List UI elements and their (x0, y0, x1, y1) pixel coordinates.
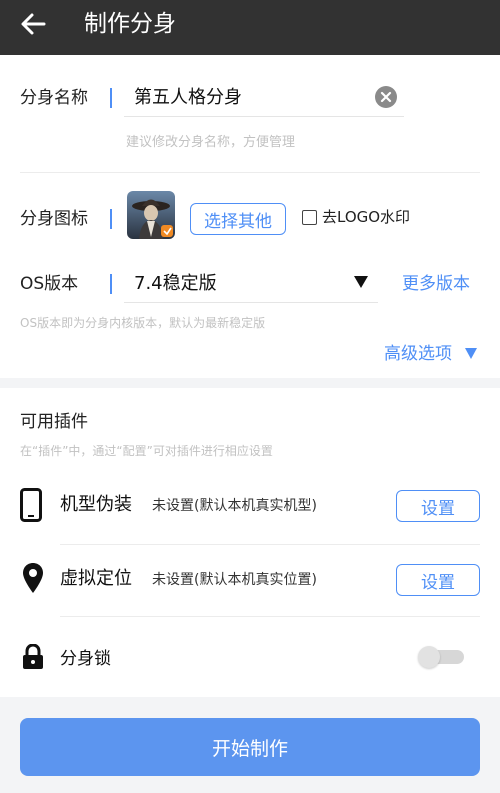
icon-label: 分身图标 (20, 209, 88, 229)
phone-icon (20, 488, 42, 526)
clone-lock-toggle[interactable] (418, 646, 464, 668)
start-create-button[interactable]: 开始制作 (20, 718, 480, 776)
plugin-label-lock: 分身锁 (60, 649, 111, 669)
remove-logo-checkbox[interactable] (302, 210, 317, 225)
page-title: 制作分身 (84, 11, 176, 37)
plugin-status-device: 未设置(默认本机真实机型) (152, 498, 317, 514)
back-arrow-icon[interactable] (18, 9, 48, 39)
os-label: OS版本 (20, 274, 79, 294)
device-settings-button[interactable]: 设置 (396, 490, 480, 522)
more-versions-link[interactable]: 更多版本 (402, 272, 470, 296)
app-icon-image[interactable] (127, 191, 175, 239)
triangle-down-icon[interactable] (465, 348, 477, 359)
divider (20, 172, 480, 173)
location-settings-button[interactable]: 设置 (396, 564, 480, 596)
name-input-underline (124, 116, 404, 117)
toggle-knob (418, 646, 440, 668)
clone-name-input[interactable]: 第五人格分身 (134, 86, 242, 110)
clear-icon[interactable] (375, 86, 397, 108)
plugins-hint: 在“插件”中，通过“配置”可对插件进行相应设置 (20, 444, 273, 458)
top-bar: 制作分身 (0, 0, 500, 55)
dropdown-arrow-icon[interactable] (354, 276, 368, 288)
divider (60, 544, 480, 545)
os-label-divider (110, 274, 112, 294)
name-hint: 建议修改分身名称，方便管理 (126, 135, 296, 150)
plugin-status-location: 未设置(默认本机真实位置) (152, 572, 317, 588)
name-label: 分身名称 (20, 88, 88, 108)
os-select-underline (124, 302, 378, 303)
lock-icon (22, 643, 44, 674)
plugins-title: 可用插件 (20, 412, 88, 432)
section-separator (0, 378, 500, 388)
plugin-label-device: 机型伪装 (60, 494, 132, 515)
os-version-select[interactable]: 7.4稳定版 (134, 272, 217, 296)
plugin-label-location: 虚拟定位 (60, 568, 132, 589)
location-pin-icon (22, 562, 44, 598)
advanced-options-link[interactable]: 高级选项 (384, 342, 452, 366)
divider (60, 616, 480, 617)
remove-logo-label: 去LOGO水印 (322, 208, 411, 226)
choose-other-icon-button[interactable]: 选择其他 (190, 203, 286, 235)
icon-label-divider (110, 209, 112, 229)
os-hint: OS版本即为分身内核版本，默认为最新稳定版 (20, 316, 266, 330)
name-label-divider (110, 88, 112, 108)
